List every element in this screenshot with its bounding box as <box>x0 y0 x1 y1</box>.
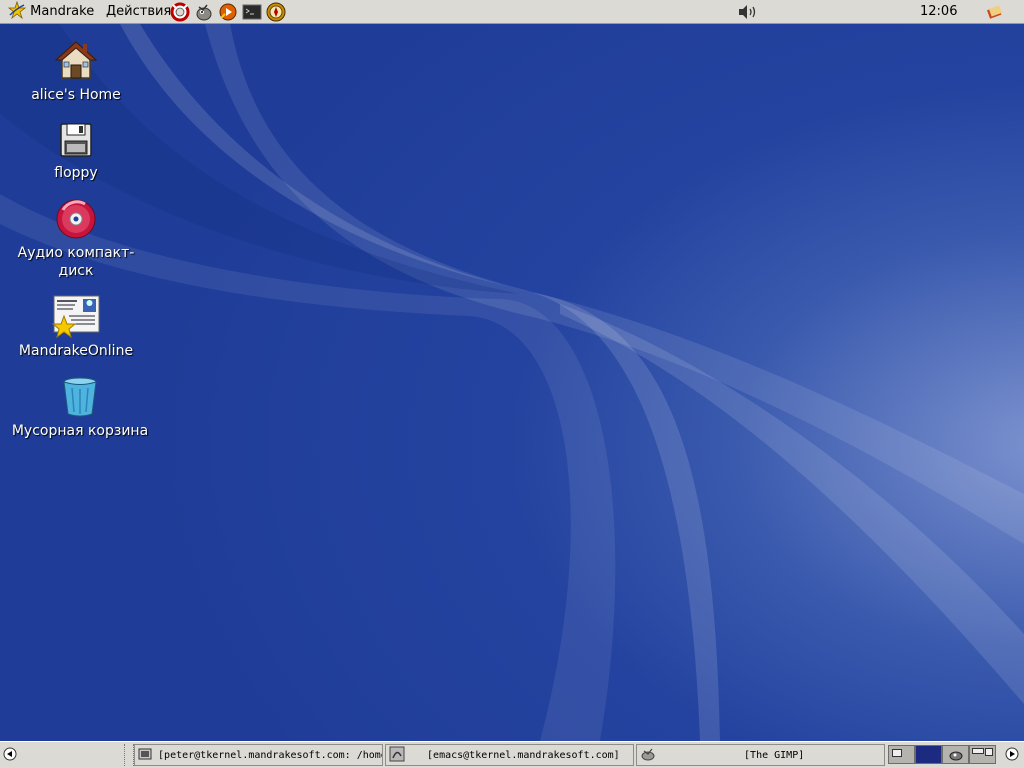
desktop-icon-mandrakeonline[interactable]: MandrakeOnline <box>6 294 146 360</box>
desktop-icon-label: Аудио компакт-диск <box>17 245 135 279</box>
desktop-icon-trash[interactable]: Мусорная корзина <box>10 376 150 440</box>
media-player-icon[interactable] <box>218 2 238 22</box>
terminal-icon <box>138 748 152 760</box>
workspace-4[interactable] <box>969 745 996 764</box>
desktop-icon-label: floppy <box>54 165 98 181</box>
gimp-icon <box>641 748 655 761</box>
workspace-3[interactable] <box>942 745 969 764</box>
actions-menu[interactable]: Действия <box>106 0 171 24</box>
task-label: [emacs@tkernel.mandrakesoft.com] <box>427 750 620 761</box>
emacs-icon <box>389 746 405 762</box>
mandrakeonline-icon <box>51 295 100 338</box>
task-gimp[interactable]: [The GIMP] <box>636 744 885 766</box>
desktop-icon-floppy[interactable]: floppy <box>6 120 146 182</box>
desktop-background: alice's Home floppy Аудио компакт-диск M… <box>0 24 1024 741</box>
task-label: [The GIMP] <box>744 750 805 761</box>
speaker-icon[interactable] <box>737 4 759 20</box>
tasklist-handle[interactable] <box>124 744 134 766</box>
clock[interactable]: 12:06 <box>920 0 957 24</box>
desktop-icon-label: alice's Home <box>31 87 121 103</box>
desktop-icon-label: MandrakeOnline <box>18 343 134 359</box>
gimp-icon[interactable] <box>194 2 214 22</box>
gimp-icon <box>949 751 963 761</box>
actions-menu-label: Действия <box>106 4 172 19</box>
main-menu-label: Mandrake <box>30 4 95 19</box>
task-emacs[interactable]: [emacs@tkernel.mandrakesoft.com] <box>385 744 634 766</box>
notes-icon[interactable] <box>986 4 1004 20</box>
panel-hide-left-button[interactable] <box>2 746 18 762</box>
bottom-panel: [peter@tkernel.mandrakesoft.com: /home [… <box>0 741 1024 768</box>
desktop-icon-home[interactable]: alice's Home <box>6 38 146 104</box>
wallpaper-swoosh <box>0 24 1024 741</box>
browser-icon[interactable] <box>266 2 286 22</box>
lifebuoy-icon[interactable] <box>170 2 190 22</box>
panel-hide-right-button[interactable] <box>1004 746 1020 762</box>
home-icon <box>54 40 98 79</box>
cd-icon <box>56 199 96 239</box>
desktop-icon-audio-cd[interactable]: Аудио компакт-диск <box>6 198 146 280</box>
trash-icon <box>63 377 97 417</box>
task-label: [peter@tkernel.mandrakesoft.com: /home <box>158 750 383 761</box>
top-panel: Mandrake Действия 12:06 <box>0 0 1024 24</box>
workspace-2[interactable] <box>915 745 942 764</box>
mandrake-star-icon <box>7 0 27 20</box>
task-terminal[interactable]: [peter@tkernel.mandrakesoft.com: /home <box>134 744 383 766</box>
workspace-1[interactable] <box>888 745 915 764</box>
main-menu-button[interactable]: Mandrake <box>7 0 95 24</box>
terminal-icon[interactable] <box>242 2 262 22</box>
floppy-icon <box>60 123 92 157</box>
desktop-icon-label: Мусорная корзина <box>11 423 149 439</box>
